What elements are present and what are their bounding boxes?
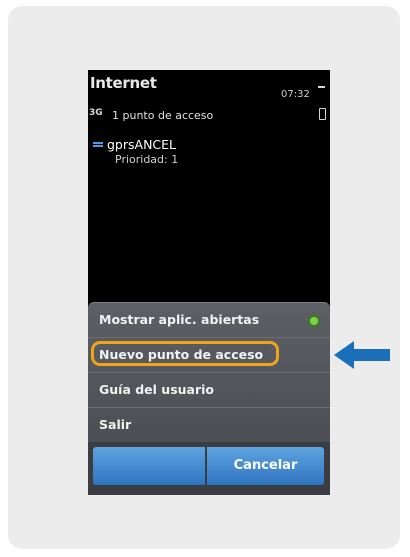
access-point-icon <box>93 142 103 147</box>
network-indicator: 3G <box>89 108 103 118</box>
left-softkey-button[interactable] <box>93 447 205 485</box>
cancel-label: Cancelar <box>233 458 298 473</box>
phone-screen: Internet 07:32 3G 1 punto de acceso gprs… <box>88 70 330 495</box>
access-point-name[interactable]: gprsANCEL <box>107 137 176 152</box>
access-point-priority: Prioridad: 1 <box>115 153 179 166</box>
menu-item-label: Nuevo punto de acceso <box>99 347 264 362</box>
menu-item-label: Mostrar aplic. abiertas <box>99 312 260 327</box>
menu-item-new-access-point[interactable]: Nuevo punto de acceso <box>88 338 330 373</box>
menu-item-user-guide[interactable]: Guía del usuario <box>88 373 330 408</box>
clock: 07:32 <box>281 89 310 100</box>
softkey-bar: Cancelar <box>88 442 330 495</box>
arrow-left-icon <box>334 341 390 369</box>
menu-item-label: Salir <box>99 417 132 432</box>
cancel-button[interactable]: Cancelar <box>207 447 324 485</box>
access-point-count: 1 punto de acceso <box>112 109 214 122</box>
signal-icon <box>318 86 325 88</box>
green-dot-icon <box>308 315 320 327</box>
menu-item-label: Guía del usuario <box>99 382 215 397</box>
app-title: Internet <box>90 74 157 92</box>
menu-item-exit[interactable]: Salir <box>88 408 330 442</box>
battery-icon <box>319 108 326 120</box>
menu-item-show-open-apps[interactable]: Mostrar aplic. abiertas <box>88 303 330 338</box>
options-menu: Mostrar aplic. abiertas Nuevo punto de a… <box>88 302 330 495</box>
